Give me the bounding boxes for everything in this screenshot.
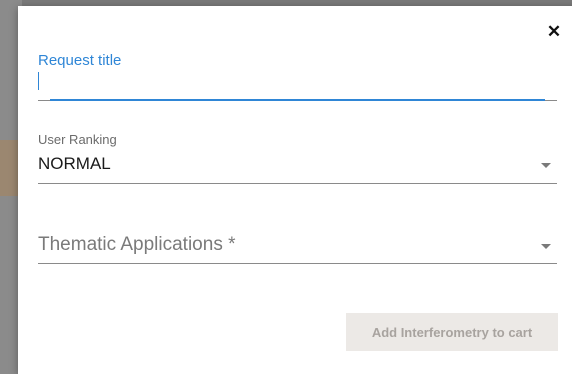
thematic-applications-select[interactable]: Thematic Applications * [38,230,557,270]
text-cursor [38,72,39,90]
request-title-focus-underline [50,99,545,101]
user-ranking-label: User Ranking [38,132,117,147]
user-ranking-value: NORMAL [38,154,111,173]
thematic-applications-underline [38,263,557,264]
chevron-down-icon[interactable] [541,163,551,168]
request-title-field[interactable]: Request title [38,48,557,106]
user-ranking-select[interactable]: User Ranking NORMAL [38,130,557,186]
add-to-cart-dialog: ✕ Request title User Ranking NORMAL Them… [18,6,572,374]
close-icon[interactable]: ✕ [544,22,564,42]
user-ranking-underline [38,183,557,184]
thematic-applications-placeholder: Thematic Applications * [38,234,236,255]
chevron-down-icon[interactable] [541,244,551,249]
request-title-label: Request title [38,52,122,69]
add-interferometry-to-cart-button[interactable]: Add Interferometry to cart [346,313,558,351]
